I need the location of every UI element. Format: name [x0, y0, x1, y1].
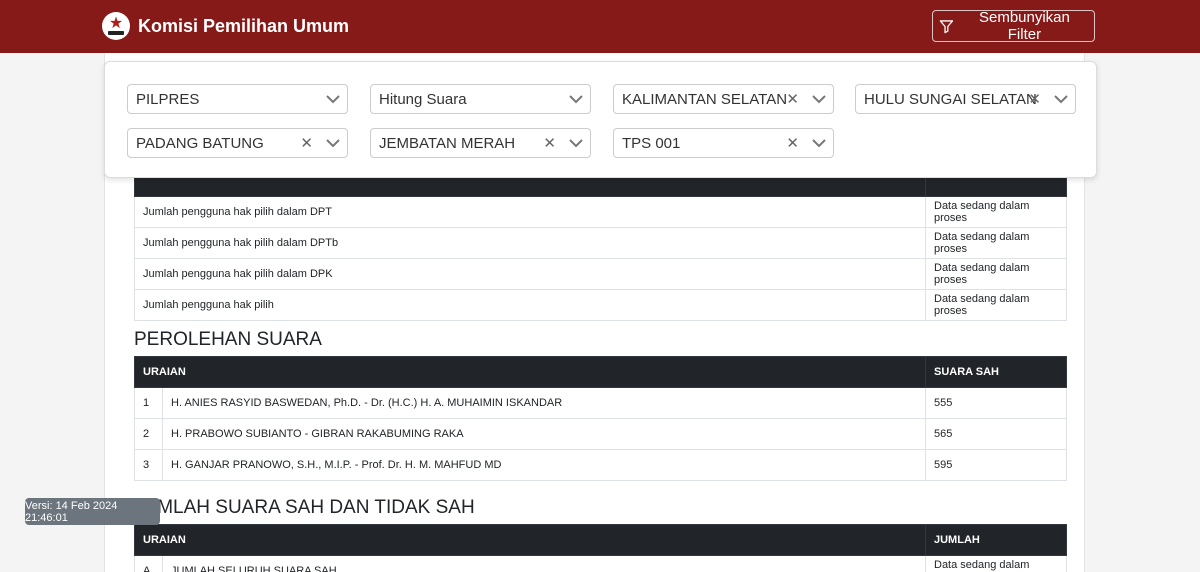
clear-icon[interactable]: ✕	[1028, 90, 1041, 108]
clear-icon[interactable]: ✕	[786, 90, 799, 108]
election-type-select[interactable]: PILPRES	[127, 84, 348, 114]
row-number: 3	[134, 449, 163, 481]
toggle-filter-label: Sembunyikan Filter	[978, 9, 1070, 43]
table-row: 2 H. PRABOWO SUBIANTO - GIBRAN RAKABUMIN…	[134, 418, 1067, 450]
chevron-down-icon	[569, 95, 583, 104]
jumlah-table: URAIAN JUMLAH A JUMLAH SELURUH SUARA SAH…	[134, 524, 1067, 572]
vote-count: 565	[925, 418, 1067, 450]
table-row: Jumlah pengguna hak pilih dalam DPT Data…	[134, 196, 1067, 228]
brand[interactable]: ★ Komisi Pemilihan Umum	[102, 12, 349, 40]
select-value: Hitung Suara	[379, 91, 467, 108]
row-value: Data sedang dalam proses	[925, 555, 1067, 572]
chevron-down-icon	[812, 95, 826, 104]
candidate-name: H. ANIES RASYID BASWEDAN, Ph.D. - Dr. (H…	[162, 387, 926, 419]
col-jumlah-header: JUMLAH	[925, 524, 1067, 556]
chevron-down-icon	[1054, 95, 1068, 104]
select-value: TPS 001	[622, 135, 681, 152]
table-row: Jumlah pengguna hak pilih dalam DPTb Dat…	[134, 227, 1067, 259]
candidate-name: H. PRABOWO SUBIANTO - GIBRAN RAKABUMING …	[162, 418, 926, 450]
table-row: 3 H. GANJAR PRANOWO, S.H., M.I.P. - Prof…	[134, 449, 1067, 481]
select-value: KALIMANTAN SELATAN	[622, 91, 788, 108]
district-select[interactable]: PADANG BATUNG ✕	[127, 128, 348, 158]
col-uraian-header: URAIAN	[134, 356, 926, 388]
row-value: Data sedang dalam proses	[925, 227, 1067, 259]
row-label: JUMLAH SELURUH SUARA SAH	[162, 555, 926, 572]
clear-icon[interactable]: ✕	[786, 134, 799, 152]
vote-count: 595	[925, 449, 1067, 481]
row-label: Jumlah pengguna hak pilih dalam DPTb	[134, 227, 926, 259]
select-value: PADANG BATUNG	[136, 135, 264, 152]
jumlah-title: JUMLAH SUARA SAH DAN TIDAK SAH	[134, 497, 475, 518]
chevron-down-icon	[569, 139, 583, 148]
vote-count: 555	[925, 387, 1067, 419]
filter-icon	[939, 19, 954, 33]
row-label: Jumlah pengguna hak pilih dalam DPK	[134, 258, 926, 290]
voters-table: Jumlah pengguna hak pilih dalam DPT Data…	[134, 165, 1067, 321]
tps-select[interactable]: TPS 001 ✕	[613, 128, 834, 158]
version-badge: Versi: 14 Feb 2024 21:46:01	[25, 498, 160, 525]
row-number: A	[134, 555, 163, 572]
chevron-down-icon	[812, 139, 826, 148]
table-row: Jumlah pengguna hak pilih Data sedang da…	[134, 289, 1067, 321]
clear-icon[interactable]: ✕	[543, 134, 556, 152]
row-value: Data sedang dalam proses	[925, 196, 1067, 228]
row-number: 2	[134, 418, 163, 450]
clear-icon[interactable]: ✕	[300, 134, 313, 152]
table-row: 1 H. ANIES RASYID BASWEDAN, Ph.D. - Dr. …	[134, 387, 1067, 419]
filter-panel: PILPRES Hitung Suara KALIMANTAN SELATAN …	[104, 61, 1097, 178]
regency-select[interactable]: HULU SUNGAI SELATAN ✕	[855, 84, 1076, 114]
candidate-name: H. GANJAR PRANOWO, S.H., M.I.P. - Prof. …	[162, 449, 926, 481]
row-value: Data sedang dalam proses	[925, 289, 1067, 321]
table-row: A JUMLAH SELURUH SUARA SAH Data sedang d…	[134, 555, 1067, 572]
col-uraian-header: URAIAN	[134, 524, 926, 556]
village-select[interactable]: JEMBATAN MERAH ✕	[370, 128, 591, 158]
col-suara-header: SUARA SAH	[925, 356, 1067, 388]
navbar: ★ Komisi Pemilihan Umum Sembunyikan Filt…	[0, 0, 1200, 53]
app-title: Komisi Pemilihan Umum	[138, 15, 350, 36]
perolehan-table: URAIAN SUARA SAH 1 H. ANIES RASYID BASWE…	[134, 356, 1067, 481]
row-number: 1	[134, 387, 163, 419]
chevron-down-icon	[326, 95, 340, 104]
chevron-down-icon	[326, 139, 340, 148]
select-value: HULU SUNGAI SELATAN	[864, 91, 1037, 108]
select-value: PILPRES	[136, 91, 200, 108]
select-value: JEMBATAN MERAH	[379, 135, 516, 152]
row-label: Jumlah pengguna hak pilih	[134, 289, 926, 321]
row-value: Data sedang dalam proses	[925, 258, 1067, 290]
kpu-logo-icon: ★	[102, 12, 130, 40]
table-row: Jumlah pengguna hak pilih dalam DPK Data…	[134, 258, 1067, 290]
row-label: Jumlah pengguna hak pilih dalam DPT	[134, 196, 926, 228]
toggle-filter-button[interactable]: Sembunyikan Filter	[932, 9, 1095, 43]
data-type-select[interactable]: Hitung Suara	[370, 84, 591, 114]
perolehan-title: PEROLEHAN SUARA	[134, 329, 322, 350]
province-select[interactable]: KALIMANTAN SELATAN ✕	[613, 84, 834, 114]
